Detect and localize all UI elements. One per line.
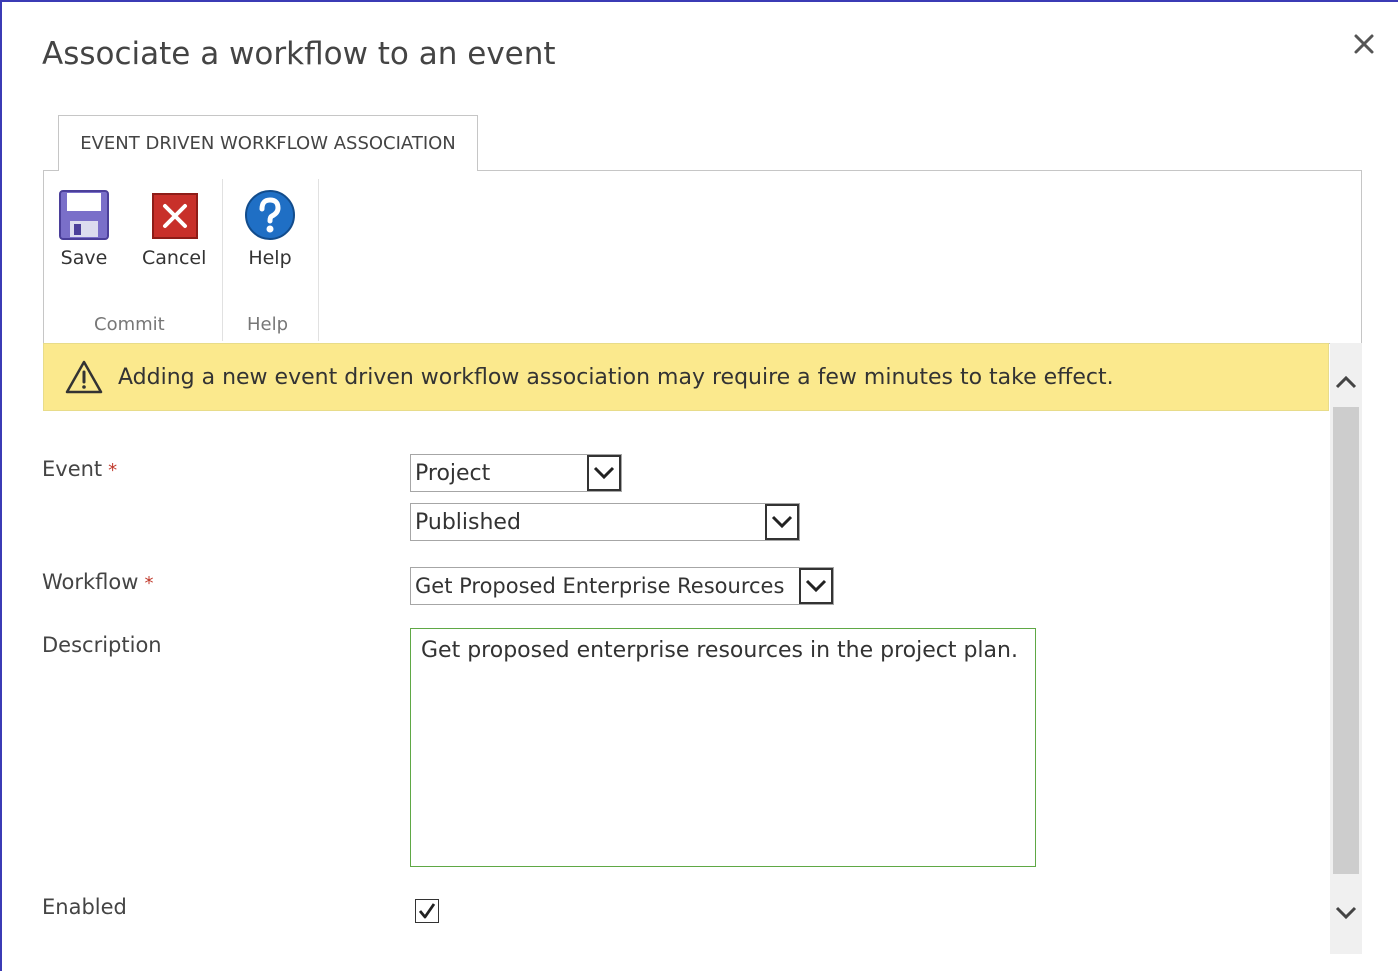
checkmark-icon: [418, 903, 436, 919]
chevron-up-icon: [1335, 375, 1357, 389]
ribbon-group-divider: [222, 179, 223, 341]
notice-bar: Adding a new event driven workflow assoc…: [43, 343, 1329, 411]
floppy-disk-icon: [59, 190, 109, 240]
required-marker: *: [144, 573, 154, 594]
description-textarea[interactable]: Get proposed enterprise resources in the…: [410, 628, 1036, 867]
event-label-text: Event: [42, 457, 103, 481]
event-action-select[interactable]: Published: [410, 503, 800, 541]
dropdown-button[interactable]: [765, 504, 799, 540]
workflow-select[interactable]: Get Proposed Enterprise Resources: [410, 567, 834, 605]
workflow-label-text: Workflow: [42, 570, 139, 594]
chevron-down-icon: [1335, 906, 1357, 920]
save-button-label: Save: [60, 247, 108, 269]
event-object-value: Project: [415, 460, 491, 486]
scroll-down-button[interactable]: [1330, 893, 1362, 933]
workflow-field-label: Workflow *: [42, 570, 153, 594]
cancel-x-icon: [152, 193, 199, 239]
scroll-up-button[interactable]: [1330, 362, 1362, 402]
event-action-value: Published: [415, 509, 521, 535]
cancel-button[interactable]: Cancel: [142, 189, 206, 269]
chevron-down-icon: [771, 515, 793, 529]
description-field-label: Description: [42, 633, 162, 657]
help-question-icon: [245, 190, 295, 240]
ribbon-group-divider: [318, 179, 319, 341]
scrollbar-thumb[interactable]: [1333, 407, 1359, 874]
close-icon: [1354, 34, 1374, 54]
cancel-button-label: Cancel: [142, 247, 207, 269]
event-object-select[interactable]: Project: [410, 454, 622, 492]
chevron-down-icon: [805, 579, 827, 593]
event-field-label: Event *: [42, 457, 117, 481]
dialog-title: Associate a workflow to an event: [42, 36, 556, 72]
enabled-checkbox[interactable]: [415, 899, 439, 923]
dropdown-button[interactable]: [587, 455, 621, 491]
dropdown-button[interactable]: [799, 568, 833, 604]
ribbon-group-label-commit: Commit: [94, 314, 165, 335]
notice-text: Adding a new event driven workflow assoc…: [118, 364, 1114, 390]
chevron-down-icon: [593, 466, 615, 480]
ribbon: Save Cancel Help Commit Help: [43, 170, 1362, 344]
workflow-value: Get Proposed Enterprise Resources: [415, 574, 785, 598]
save-button[interactable]: Save: [58, 189, 110, 269]
ribbon-group-label-help: Help: [247, 314, 289, 335]
required-marker: *: [108, 460, 118, 481]
warning-triangle-icon: [65, 360, 103, 394]
close-button[interactable]: [1348, 28, 1380, 60]
help-button[interactable]: Help: [244, 189, 296, 269]
tab-event-driven-workflow-association[interactable]: EVENT DRIVEN WORKFLOW ASSOCIATION: [58, 115, 478, 171]
enabled-field-label: Enabled: [42, 895, 127, 919]
help-button-label: Help: [248, 247, 292, 269]
